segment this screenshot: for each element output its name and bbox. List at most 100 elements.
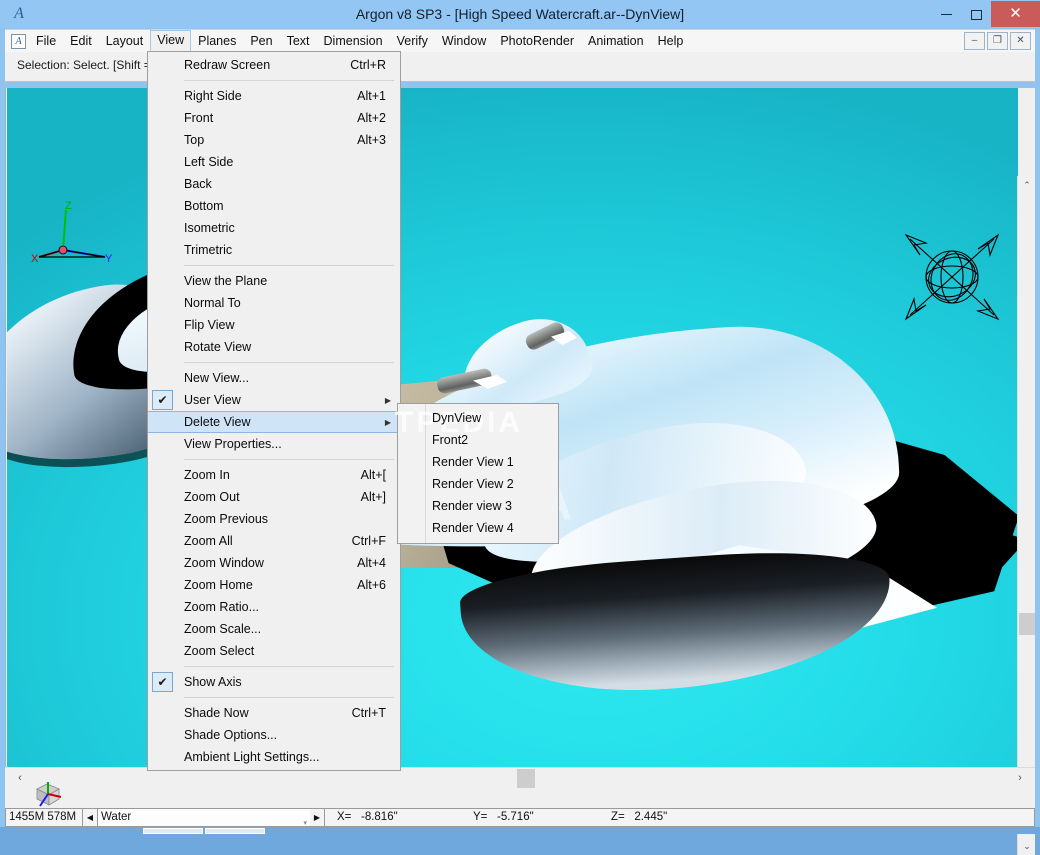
document-icon: A [11, 33, 26, 49]
menu-item-label: User View [184, 393, 241, 407]
menu-item-isometric[interactable]: Isometric [148, 217, 400, 239]
menu-dimension[interactable]: Dimension [317, 31, 390, 52]
selection-status-text: Selection: Select. [Shift = Ex [17, 58, 169, 72]
menu-item-shortcut: Alt+[ [360, 468, 386, 482]
menu-item-zoom-in[interactable]: Zoom In Alt+[ [148, 464, 400, 486]
menu-item-front[interactable]: Front Alt+2 [148, 107, 400, 129]
taskbar-item-1[interactable] [143, 828, 203, 834]
menu-item-zoom-previous[interactable]: Zoom Previous [148, 508, 400, 530]
coordinate-y: Y= -5.716" [473, 809, 534, 826]
menu-photorender[interactable]: PhotoRender [493, 31, 581, 52]
menu-layout[interactable]: Layout [99, 31, 151, 52]
menu-edit[interactable]: Edit [63, 31, 99, 52]
menu-item-zoom-ratio[interactable]: Zoom Ratio... [148, 596, 400, 618]
menu-item-shade-now[interactable]: Shade Now Ctrl+T [148, 702, 400, 724]
mdi-window-controls: – ❐ ✕ [964, 32, 1031, 50]
menu-item-shortcut: Alt+1 [357, 89, 386, 103]
layer-prev-button[interactable]: ◀ [83, 808, 98, 827]
submenu-item-render-view-1[interactable]: Render View 1 [398, 451, 558, 473]
menu-text[interactable]: Text [280, 31, 317, 52]
menu-item-delete-view[interactable]: Delete View ▶ [148, 411, 400, 433]
menu-planes[interactable]: Planes [191, 31, 243, 52]
vertical-scrollbar[interactable]: ⌃ ⌄ [1017, 176, 1035, 855]
mdi-restore-button[interactable]: ❐ [987, 32, 1008, 50]
menu-help[interactable]: Help [651, 31, 691, 52]
title-bar: A Argon v8 SP3 - [High Speed Watercraft.… [0, 0, 1040, 28]
maximize-icon [970, 9, 982, 20]
menu-item-zoom-out[interactable]: Zoom Out Alt+] [148, 486, 400, 508]
menu-item-flip-view[interactable]: Flip View [148, 314, 400, 336]
menu-file[interactable]: File [29, 31, 63, 52]
scroll-left-icon[interactable]: ‹ [11, 768, 29, 789]
menu-item-label: Right Side [184, 89, 242, 103]
menu-item-zoom-window[interactable]: Zoom Window Alt+4 [148, 552, 400, 574]
menu-item-ambient-light-settings[interactable]: Ambient Light Settings... [148, 746, 400, 768]
menu-item-new-view[interactable]: New View... [148, 367, 400, 389]
coordinate-readout: X= -8.816" Y= -5.716" Z= 2.445" [325, 808, 1035, 827]
window-title: Argon v8 SP3 - [High Speed Watercraft.ar… [355, 6, 685, 22]
menu-item-label: Zoom Home [184, 578, 253, 592]
menu-item-label: Flip View [184, 318, 235, 332]
menu-item-label: Redraw Screen [184, 58, 271, 72]
view-dropdown-menu: Redraw Screen Ctrl+R Right Side Alt+1 Front A… [147, 51, 401, 771]
menu-item-bottom[interactable]: Bottom [148, 195, 400, 217]
menu-item-back[interactable]: Back [148, 173, 400, 195]
menu-item-label: Zoom Out [184, 490, 240, 504]
menu-item-label: Delete View [184, 415, 251, 429]
menu-item-top[interactable]: Top Alt+3 [148, 129, 400, 151]
coordinate-x-value: -8.816" [360, 811, 398, 823]
menu-item-view-properties[interactable]: View Properties... [148, 433, 400, 455]
view-cube-icon[interactable] [31, 780, 65, 808]
submenu-item-dynview[interactable]: DynView [398, 407, 558, 429]
memory-indicator: 1455M 578M [5, 808, 83, 827]
menu-item-normal-to[interactable]: Normal To [148, 292, 400, 314]
menu-item-rotate-view[interactable]: Rotate View [148, 336, 400, 358]
menu-verify[interactable]: Verify [390, 31, 435, 52]
menu-item-zoom-all[interactable]: Zoom All Ctrl+F [148, 530, 400, 552]
submenu-item-front2[interactable]: Front2 [398, 429, 558, 451]
scroll-right-icon[interactable]: › [1011, 768, 1029, 789]
window-close-button[interactable]: ✕ [991, 1, 1040, 27]
svg-text:Z: Z [65, 200, 72, 212]
coordinate-z-label: Z= [611, 811, 625, 823]
menu-animation[interactable]: Animation [581, 31, 651, 52]
menu-item-shortcut: Alt+3 [357, 133, 386, 147]
taskbar-item-2[interactable] [205, 828, 265, 834]
coordinate-y-value: -5.716" [496, 811, 534, 823]
submenu-item-render-view-4[interactable]: Render View 4 [398, 517, 558, 539]
menu-item-label: Shade Now [184, 706, 249, 720]
menu-item-zoom-scale[interactable]: Zoom Scale... [148, 618, 400, 640]
horizontal-scrollbar-thumb[interactable] [517, 769, 535, 788]
coordinate-y-label: Y= [473, 811, 488, 823]
menu-item-shade-options[interactable]: Shade Options... [148, 724, 400, 746]
layer-combo[interactable]: Water ▾ [98, 808, 310, 827]
menu-item-redraw-screen[interactable]: Redraw Screen Ctrl+R [148, 54, 400, 76]
application-window: A Argon v8 SP3 - [High Speed Watercraft.… [0, 0, 1040, 855]
menu-item-right-side[interactable]: Right Side Alt+1 [148, 85, 400, 107]
menu-window[interactable]: Window [435, 31, 493, 52]
window-maximize-button[interactable] [961, 0, 991, 28]
layer-next-button[interactable]: ▶ [310, 808, 325, 827]
menu-item-trimetric[interactable]: Trimetric [148, 239, 400, 261]
menu-item-left-side[interactable]: Left Side [148, 151, 400, 173]
scroll-down-icon[interactable]: ⌄ [1018, 837, 1036, 855]
menu-item-shortcut: Ctrl+T [351, 706, 386, 720]
menu-view[interactable]: View [150, 30, 192, 52]
svg-text:X: X [31, 253, 39, 265]
submenu-item-label: Render view 3 [432, 499, 512, 513]
menu-separator [184, 697, 394, 698]
window-minimize-button[interactable] [931, 0, 961, 28]
mdi-minimize-button[interactable]: – [964, 32, 985, 50]
submenu-item-render-view-3[interactable]: Render view 3 [398, 495, 558, 517]
menu-item-zoom-home[interactable]: Zoom Home Alt+6 [148, 574, 400, 596]
menu-item-view-the-plane[interactable]: View the Plane [148, 270, 400, 292]
menu-item-show-axis[interactable]: ✔ Show Axis [148, 671, 400, 693]
menu-separator [184, 80, 394, 81]
scroll-up-icon[interactable]: ⌃ [1018, 176, 1036, 194]
submenu-item-render-view-2[interactable]: Render View 2 [398, 473, 558, 495]
menu-item-zoom-select[interactable]: Zoom Select [148, 640, 400, 662]
menu-item-user-view[interactable]: ✔ User View ▶ [148, 389, 400, 411]
menu-pen[interactable]: Pen [243, 31, 279, 52]
mdi-close-button[interactable]: ✕ [1010, 32, 1031, 50]
vertical-scrollbar-thumb[interactable] [1019, 613, 1035, 635]
